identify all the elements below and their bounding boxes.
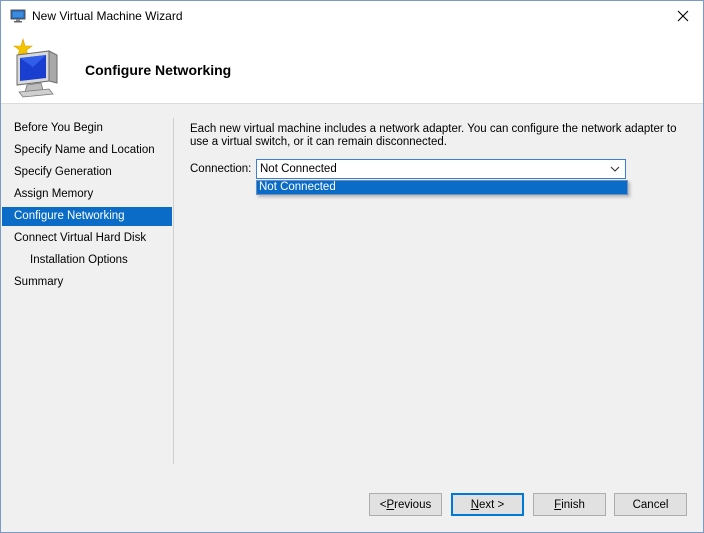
wizard-header: Configure Networking (1, 31, 703, 104)
connection-dropdown-list: Not Connected (256, 180, 628, 195)
content-area: Each new virtual machine includes a netw… (190, 123, 690, 149)
chevron-down-icon (610, 166, 620, 172)
nav-item-summary[interactable]: Summary (2, 273, 172, 292)
wizard-steps-nav: Before You Begin Specify Name and Locati… (1, 104, 173, 464)
nav-item-assign-memory[interactable]: Assign Memory (2, 185, 172, 204)
finish-button[interactable]: Finish (533, 493, 606, 516)
nav-item-installation-options[interactable]: Installation Options (2, 251, 172, 270)
nav-item-specify-name-and-location[interactable]: Specify Name and Location (2, 141, 172, 160)
nav-divider (173, 118, 174, 464)
finish-rest: inish (561, 498, 585, 511)
close-button[interactable] (669, 3, 697, 29)
nav-item-configure-networking[interactable]: Configure Networking (2, 207, 172, 226)
next-mnemonic: N (470, 498, 480, 511)
virtual-machine-wizard-icon (13, 37, 58, 98)
next-button[interactable]: Next > (451, 493, 524, 516)
previous-rest: revious (394, 498, 432, 511)
connection-select[interactable]: Not Connected (256, 159, 626, 179)
wizard-window: New Virtual Machine Wizard Configure Net… (0, 0, 704, 533)
description-text: Each new virtual machine includes a netw… (190, 123, 677, 148)
cancel-button[interactable]: Cancel (614, 493, 687, 516)
page-title: Configure Networking (85, 62, 232, 78)
close-icon (677, 10, 689, 22)
nav-item-specify-generation[interactable]: Specify Generation (2, 163, 172, 182)
previous-button[interactable]: < Previous (369, 493, 442, 516)
next-rest: ext > (479, 498, 505, 511)
nav-item-before-you-begin[interactable]: Before You Begin (2, 119, 172, 138)
previous-prefix: < (379, 498, 387, 511)
finish-mnemonic: F (554, 498, 562, 511)
connection-select-value: Not Connected (260, 163, 337, 175)
previous-mnemonic: P (386, 498, 395, 511)
connection-label: Connection: (190, 163, 252, 175)
hyper-v-app-icon (10, 9, 26, 23)
dropdown-option-not-connected[interactable]: Not Connected (257, 181, 627, 194)
title-bar: New Virtual Machine Wizard (1, 1, 703, 31)
window-title: New Virtual Machine Wizard (32, 9, 183, 23)
nav-item-connect-virtual-hard-disk[interactable]: Connect Virtual Hard Disk (2, 229, 172, 248)
